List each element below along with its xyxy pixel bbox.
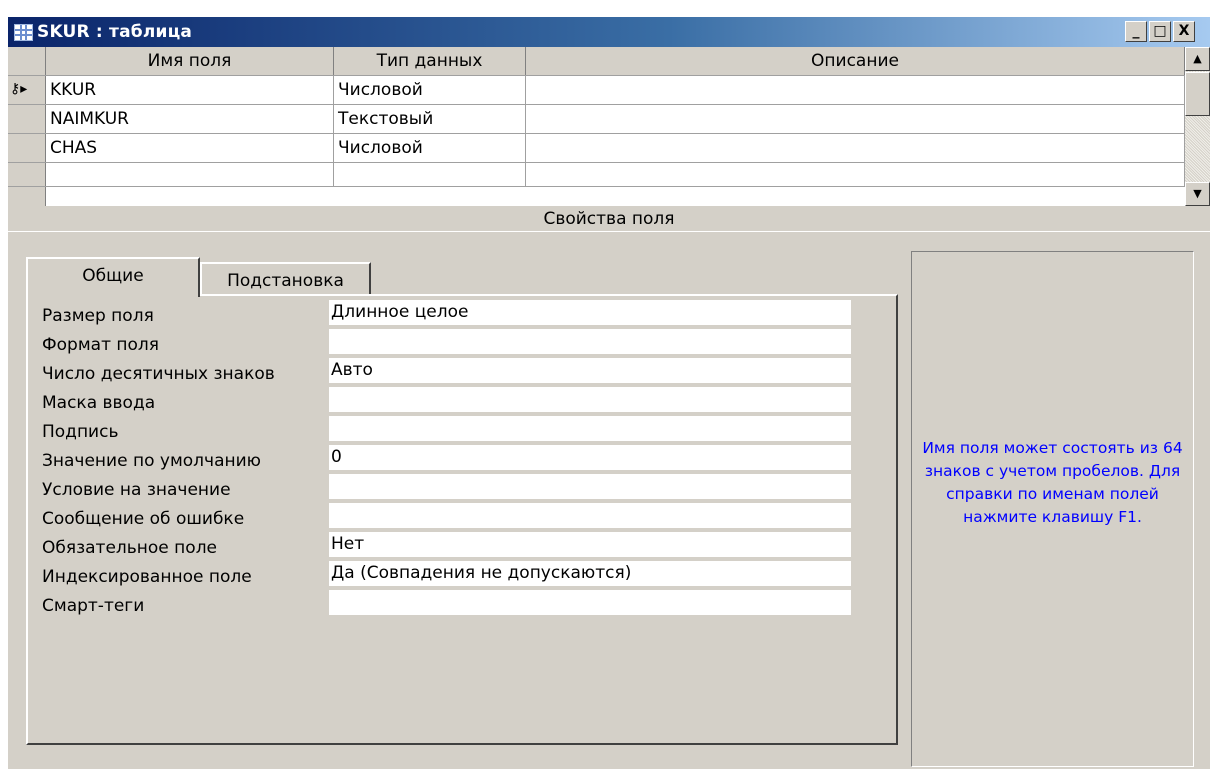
property-label: Сообщение об ошибке — [42, 509, 245, 529]
input-mask-input[interactable] — [329, 387, 851, 412]
help-panel: Имя поля может состоять из 64 знаков с у… — [911, 251, 1194, 767]
table-icon — [14, 24, 33, 41]
property-label: Маска ввода — [42, 393, 156, 413]
window-title: SKUR : таблица — [37, 22, 193, 42]
decimal-places-input[interactable]: Авто — [329, 358, 851, 383]
description-cell[interactable] — [526, 105, 1185, 133]
field-size-input[interactable]: Длинное целое — [329, 300, 851, 325]
field-name-cell[interactable]: NAIMKUR — [46, 105, 334, 133]
table-design-window: SKUR : таблица _ □ X Имя поля Тип данных… — [8, 17, 1210, 769]
minimize-button[interactable]: _ — [1125, 21, 1147, 42]
row-selector[interactable] — [8, 105, 46, 133]
table-row[interactable]: ⚷▸ KKUR Числовой — [8, 76, 1185, 105]
property-label: Условие на значение — [42, 480, 231, 500]
header-description[interactable]: Описание — [526, 47, 1185, 75]
field-name-cell[interactable] — [46, 163, 334, 186]
header-field-name[interactable]: Имя поля — [46, 47, 334, 75]
validation-text-input[interactable] — [329, 503, 851, 528]
property-label: Формат поля — [42, 335, 159, 355]
property-label: Подпись — [42, 422, 119, 442]
general-properties-panel: Размер поля Длинное целое Формат поля Чи… — [26, 294, 898, 745]
title-bar[interactable]: SKUR : таблица _ □ X — [8, 17, 1210, 47]
scroll-thumb[interactable] — [1185, 72, 1210, 116]
required-input[interactable]: Нет — [329, 532, 851, 557]
close-button[interactable]: X — [1173, 21, 1195, 42]
row-selector[interactable] — [8, 163, 46, 186]
scroll-down-arrow-icon[interactable]: ▼ — [1185, 182, 1210, 206]
description-cell[interactable] — [526, 163, 1185, 186]
data-type-cell[interactable]: Текстовый — [334, 105, 526, 133]
grid-header-row: Имя поля Тип данных Описание — [8, 47, 1185, 76]
caption-input[interactable] — [329, 416, 851, 441]
scroll-up-arrow-icon[interactable]: ▲ — [1185, 47, 1210, 71]
field-properties-header: Свойства поля — [8, 206, 1210, 232]
description-cell[interactable] — [526, 76, 1185, 104]
help-text: Имя поля может состоять из 64 знаков с у… — [922, 439, 1183, 526]
maximize-button[interactable]: □ — [1149, 21, 1171, 42]
data-type-cell[interactable]: Числовой — [334, 134, 526, 162]
header-selector[interactable] — [8, 47, 46, 75]
property-label: Индексированное поле — [42, 567, 252, 587]
field-design-grid: Имя поля Тип данных Описание ⚷▸ KKUR Чис… — [8, 47, 1185, 206]
format-input[interactable] — [329, 329, 851, 354]
row-selector[interactable] — [8, 134, 46, 162]
property-label: Размер поля — [42, 306, 154, 326]
row-selector[interactable]: ⚷▸ — [8, 76, 46, 104]
description-cell[interactable] — [526, 134, 1185, 162]
primary-key-icon: ⚷▸ — [10, 81, 28, 97]
section-divider — [8, 231, 1210, 232]
validation-rule-input[interactable] — [329, 474, 851, 499]
header-data-type[interactable]: Тип данных — [334, 47, 526, 75]
data-type-cell[interactable] — [334, 163, 526, 186]
property-label: Смарт-теги — [42, 596, 145, 616]
row-selector-filler — [8, 187, 46, 206]
tab-general[interactable]: Общие — [26, 257, 200, 297]
data-type-cell[interactable]: Числовой — [334, 76, 526, 104]
indexed-input[interactable]: Да (Совпадения не допускаются) — [329, 561, 851, 586]
table-row[interactable]: NAIMKUR Текстовый — [8, 105, 1185, 134]
table-row[interactable]: CHAS Числовой — [8, 134, 1185, 163]
property-label: Число десятичных знаков — [42, 364, 275, 384]
property-label: Значение по умолчанию — [42, 451, 261, 471]
property-label: Обязательное поле — [42, 538, 218, 558]
default-value-input[interactable]: 0 — [329, 445, 851, 470]
smart-tags-input[interactable] — [329, 590, 851, 615]
grid-vertical-scrollbar[interactable]: ▲ ▼ — [1185, 47, 1210, 206]
field-name-cell[interactable]: KKUR — [46, 76, 334, 104]
field-name-cell[interactable]: CHAS — [46, 134, 334, 162]
table-row[interactable] — [8, 163, 1185, 187]
